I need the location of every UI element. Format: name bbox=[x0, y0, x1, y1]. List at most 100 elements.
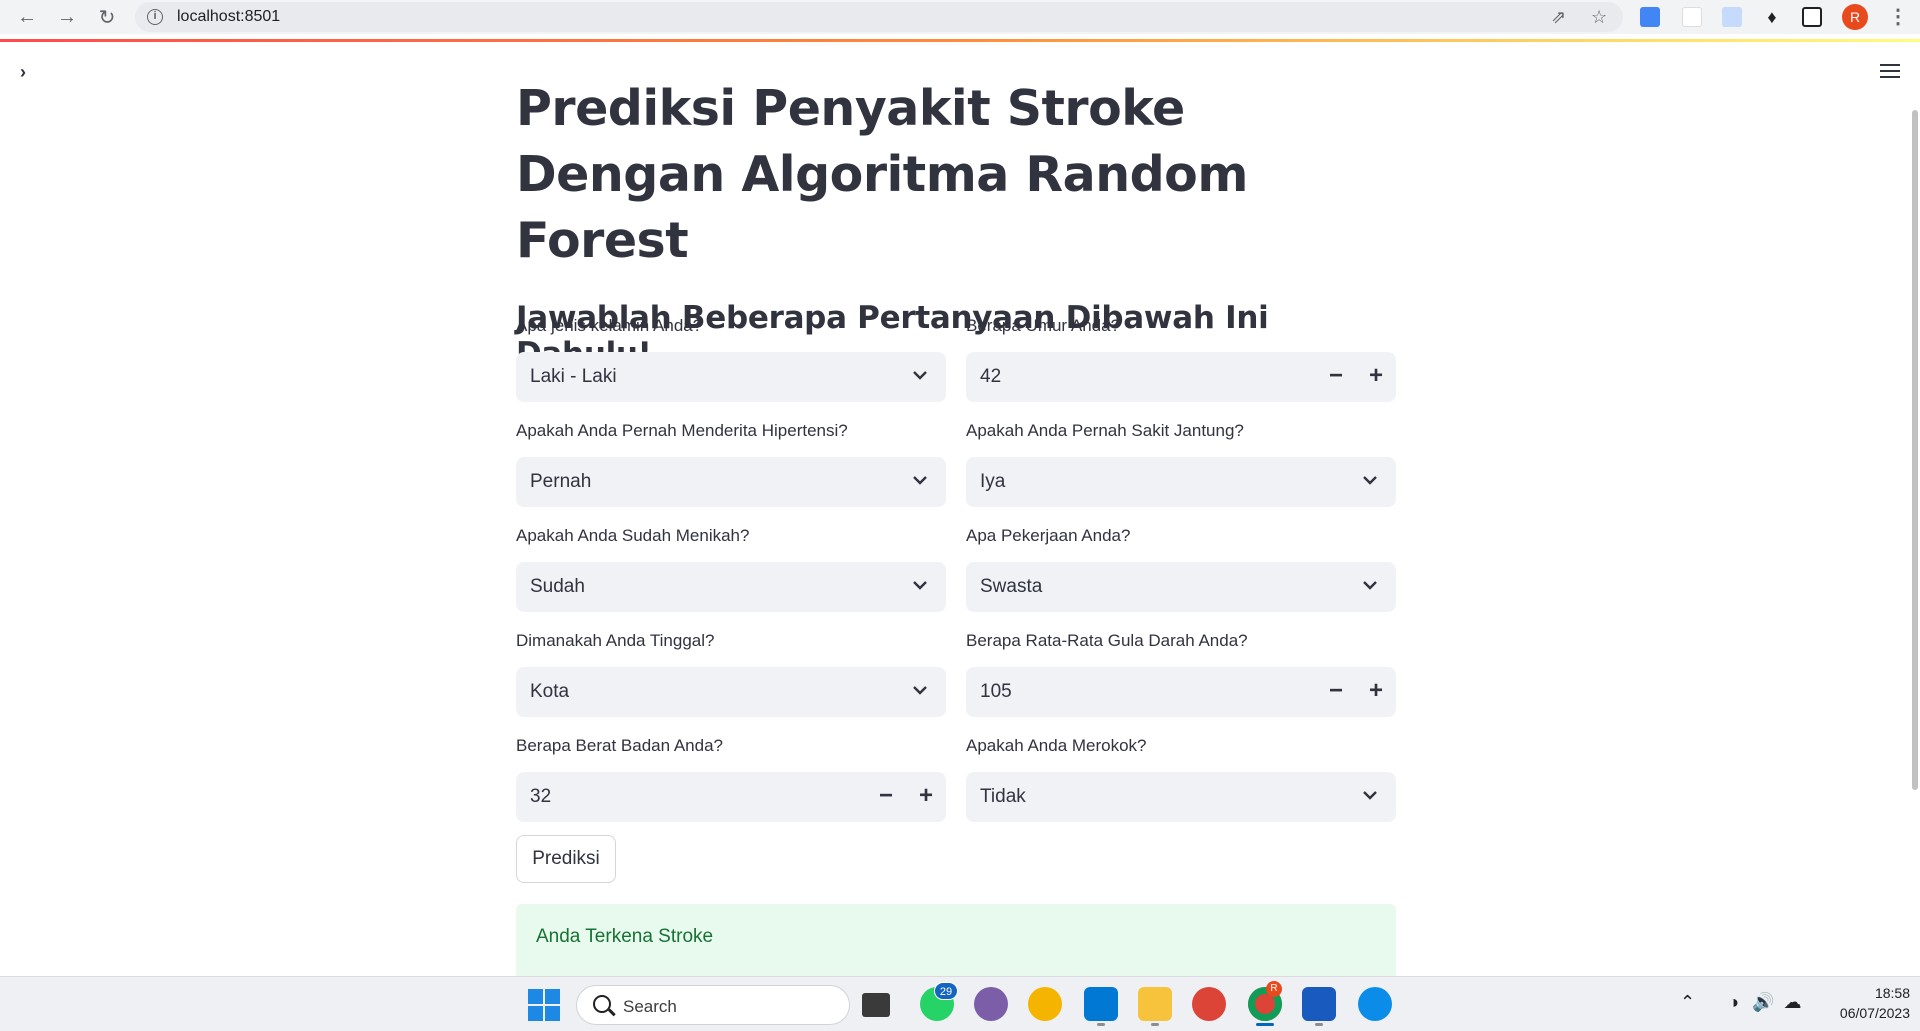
result-text: Anda Terkena Stroke bbox=[536, 926, 714, 947]
field-hypertension: Apakah Anda Pernah Menderita Hipertensi?… bbox=[516, 420, 946, 507]
main-menu-icon[interactable] bbox=[1878, 60, 1902, 84]
vscode-icon[interactable] bbox=[1084, 987, 1118, 1021]
windows-taskbar: Search 29 R ⌃ ◑ 🔊 ☁ 18:58 06/07/2023 bbox=[0, 976, 1920, 1031]
field-label: Apa jenis kelamin Anda? bbox=[516, 316, 703, 335]
running-indicator bbox=[1315, 1023, 1323, 1026]
calendar-extension-icon[interactable] bbox=[1682, 7, 1702, 27]
number-value[interactable]: 105 bbox=[980, 681, 1012, 703]
decrement-button[interactable]: − bbox=[872, 782, 900, 810]
chevron-down-icon bbox=[913, 371, 927, 380]
chevron-down-icon bbox=[1363, 791, 1377, 800]
back-icon[interactable]: ← bbox=[14, 4, 40, 30]
number-value[interactable]: 42 bbox=[980, 366, 1001, 388]
gender-select[interactable]: Laki - Laki bbox=[516, 352, 946, 402]
field-age: Berapa Umur Anda? 42 − + bbox=[966, 315, 1396, 402]
chevron-down-icon bbox=[913, 476, 927, 485]
field-smoking: Apakah Anda Merokok? Tidak bbox=[966, 735, 1396, 822]
edge-icon[interactable] bbox=[1358, 987, 1392, 1021]
chevron-down-icon bbox=[1363, 581, 1377, 590]
field-residence: Dimanakah Anda Tinggal? Kota bbox=[516, 630, 946, 717]
wifi-icon[interactable]: ◑ bbox=[1728, 992, 1739, 1012]
weather-icon[interactable]: ☁ bbox=[1783, 992, 1801, 1012]
running-indicator bbox=[1097, 1023, 1105, 1026]
active-indicator bbox=[1256, 1023, 1274, 1026]
number-value[interactable]: 32 bbox=[530, 786, 551, 808]
address-bar[interactable]: i localhost:8501 ⇗ ☆ bbox=[135, 2, 1623, 32]
chevron-down-icon bbox=[913, 581, 927, 590]
system-tray: ⌃ ◑ 🔊 ☁ bbox=[1680, 992, 1801, 1013]
field-label: Apakah Anda Sudah Menikah? bbox=[516, 526, 750, 545]
field-label: Berapa Berat Badan Anda? bbox=[516, 736, 723, 755]
forward-icon[interactable]: → bbox=[54, 4, 80, 30]
field-label: Apakah Anda Pernah Sakit Jantung? bbox=[966, 421, 1244, 440]
select-value: Swasta bbox=[980, 576, 1043, 597]
field-label: Apa Pekerjaan Anda? bbox=[966, 526, 1131, 545]
tray-chevron-up-icon[interactable]: ⌃ bbox=[1680, 992, 1695, 1012]
field-weight: Berapa Berat Badan Anda? 32 − + bbox=[516, 735, 946, 822]
search-icon bbox=[593, 995, 611, 1013]
decrement-button[interactable]: − bbox=[1322, 362, 1350, 390]
increment-button[interactable]: + bbox=[912, 782, 940, 810]
select-value: Tidak bbox=[980, 786, 1026, 807]
word-icon[interactable] bbox=[1302, 987, 1336, 1021]
volume-icon[interactable]: 🔊 bbox=[1752, 992, 1774, 1012]
bookmark-star-icon[interactable]: ☆ bbox=[1591, 7, 1607, 28]
share-icon[interactable]: ⇗ bbox=[1551, 7, 1566, 28]
browser-toolbar: ← → ↻ i localhost:8501 ⇗ ☆ ♦ R ⋮ bbox=[0, 0, 1920, 34]
taskbar-clock[interactable]: 18:58 06/07/2023 bbox=[1810, 983, 1910, 1023]
windows-start-icon[interactable] bbox=[528, 989, 560, 1021]
chrome-icon[interactable] bbox=[1192, 987, 1226, 1021]
clock-date: 06/07/2023 bbox=[1839, 1005, 1910, 1021]
main-content: Prediksi Penyakit Stroke Dengan Algoritm… bbox=[516, 76, 1396, 822]
married-select[interactable]: Sudah bbox=[516, 562, 946, 612]
select-value: Iya bbox=[980, 471, 1006, 492]
field-label: Dimanakah Anda Tinggal? bbox=[516, 631, 715, 650]
field-label: Berapa Rata-Rata Gula Darah Anda? bbox=[966, 631, 1248, 650]
field-work-type: Apa Pekerjaan Anda? Swasta bbox=[966, 525, 1396, 612]
select-value: Laki - Laki bbox=[530, 366, 617, 387]
work-type-select[interactable]: Swasta bbox=[966, 562, 1396, 612]
field-label: Apakah Anda Merokok? bbox=[966, 736, 1147, 755]
page-title: Prediksi Penyakit Stroke Dengan Algoritm… bbox=[516, 80, 1248, 269]
heart-disease-select[interactable]: Iya bbox=[966, 457, 1396, 507]
clock-time: 18:58 bbox=[1874, 985, 1910, 1001]
chrome-profile-badge: R bbox=[1266, 981, 1282, 997]
taskbar-search-box[interactable]: Search bbox=[576, 985, 850, 1025]
notification-badge: 29 bbox=[934, 982, 958, 1000]
result-alert: Anda Terkena Stroke bbox=[516, 904, 1396, 976]
sidebar-expand-icon[interactable]: › bbox=[20, 62, 42, 84]
increment-button[interactable]: + bbox=[1362, 677, 1390, 705]
select-value: Sudah bbox=[530, 576, 585, 597]
task-view-icon[interactable] bbox=[862, 993, 890, 1017]
translate-extension-icon[interactable] bbox=[1640, 7, 1660, 27]
age-number-input[interactable]: 42 − + bbox=[966, 352, 1396, 402]
glucose-number-input[interactable]: 105 − + bbox=[966, 667, 1396, 717]
docs-extension-icon[interactable] bbox=[1722, 7, 1742, 27]
chevron-down-icon bbox=[1363, 476, 1377, 485]
app-header-decoration bbox=[0, 39, 1920, 42]
hypertension-select[interactable]: Pernah bbox=[516, 457, 946, 507]
file-explorer-icon[interactable] bbox=[1138, 987, 1172, 1021]
running-indicator bbox=[1151, 1023, 1159, 1026]
reload-icon[interactable]: ↻ bbox=[94, 4, 120, 30]
side-panel-icon[interactable] bbox=[1802, 7, 1822, 27]
field-glucose: Berapa Rata-Rata Gula Darah Anda? 105 − … bbox=[966, 630, 1396, 717]
search-label: Search bbox=[623, 997, 677, 1016]
address-url[interactable]: localhost:8501 bbox=[177, 8, 280, 26]
predict-button[interactable]: Prediksi bbox=[516, 835, 616, 883]
residence-select[interactable]: Kota bbox=[516, 667, 946, 717]
profile-avatar[interactable]: R bbox=[1842, 4, 1868, 30]
page-scrollbar[interactable] bbox=[1912, 110, 1918, 790]
game-app-icon[interactable] bbox=[1028, 987, 1062, 1021]
browser-menu-icon[interactable]: ⋮ bbox=[1888, 4, 1908, 29]
app-avatar-icon[interactable] bbox=[974, 987, 1008, 1021]
select-value: Kota bbox=[530, 681, 570, 702]
increment-button[interactable]: + bbox=[1362, 362, 1390, 390]
decrement-button[interactable]: − bbox=[1322, 677, 1350, 705]
smoking-select[interactable]: Tidak bbox=[966, 772, 1396, 822]
field-gender: Apa jenis kelamin Anda? Laki - Laki bbox=[516, 315, 946, 402]
site-info-icon[interactable]: i bbox=[147, 9, 163, 25]
weight-number-input[interactable]: 32 − + bbox=[516, 772, 946, 822]
extensions-puzzle-icon[interactable]: ♦ bbox=[1762, 7, 1782, 27]
chevron-down-icon bbox=[913, 686, 927, 695]
